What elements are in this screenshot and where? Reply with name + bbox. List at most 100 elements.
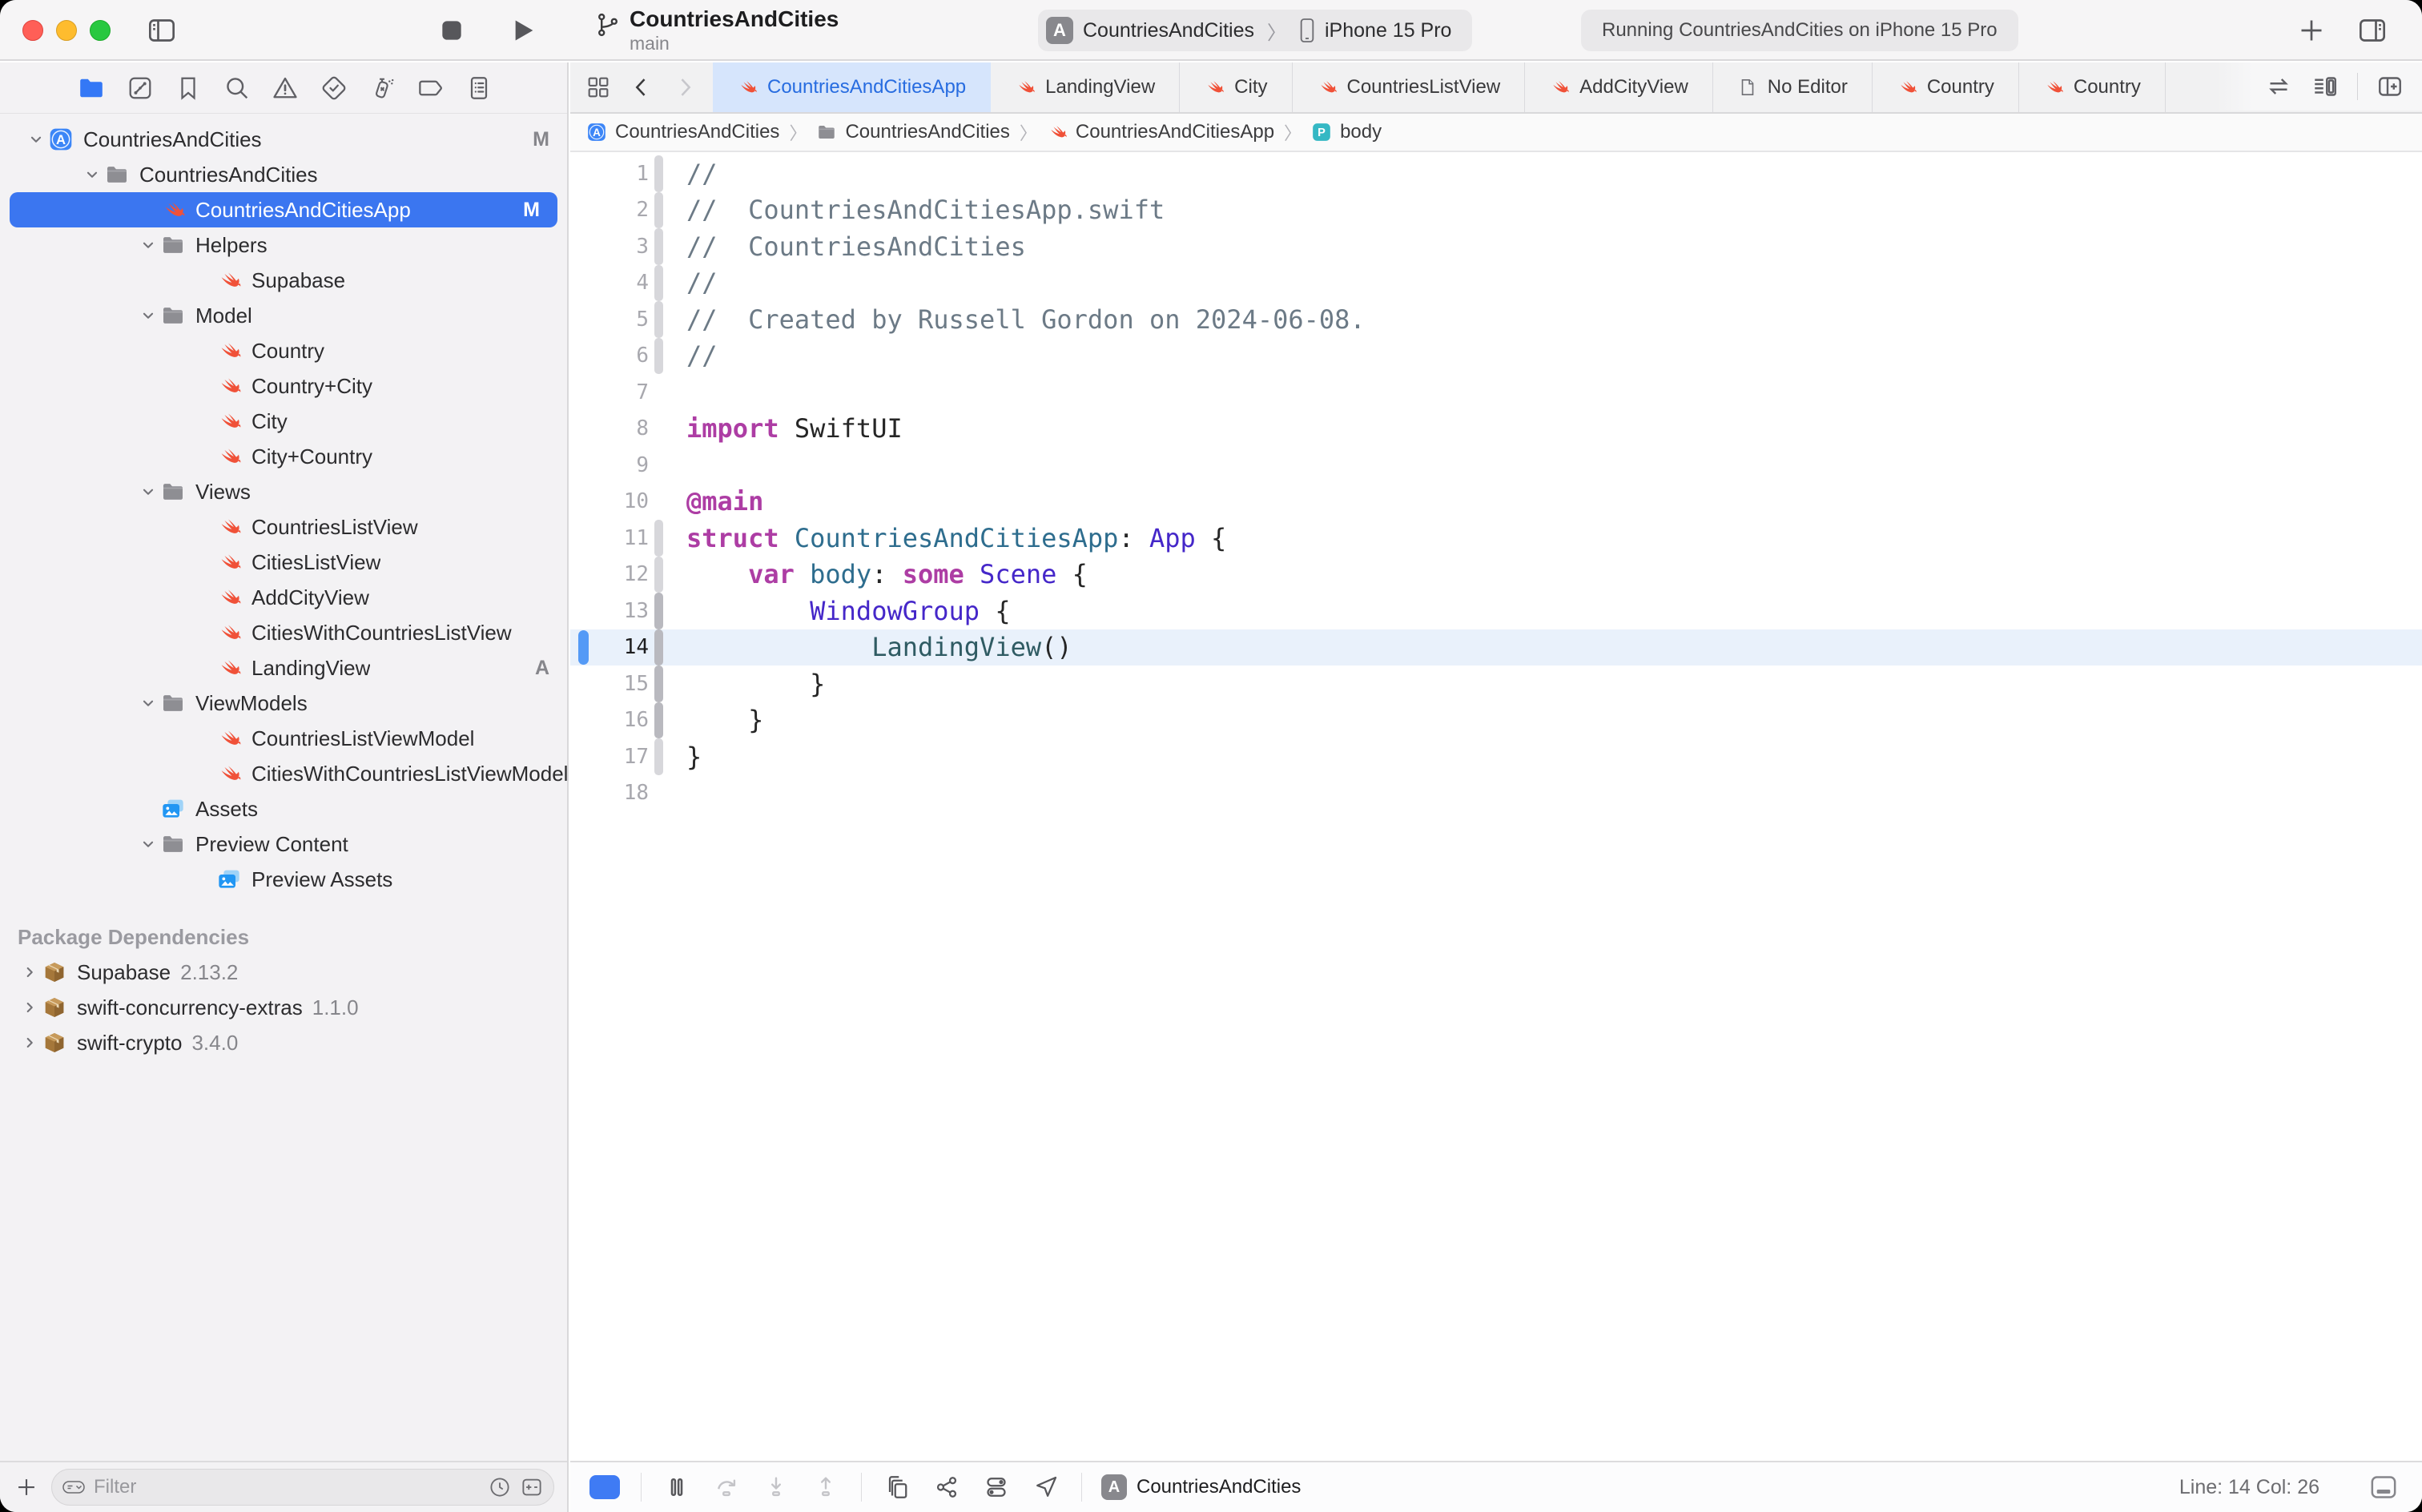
code-line[interactable]: 1//	[570, 155, 2422, 192]
disclosure-chevron-icon[interactable]	[136, 307, 160, 324]
toggle-navigator-icon[interactable]	[143, 11, 181, 50]
package-item-swift-crypto[interactable]: swift-crypto3.4.0	[0, 1025, 567, 1060]
scheme-project-label[interactable]: CountriesAndCities	[1083, 19, 1254, 42]
editor-tab-no-editor[interactable]: No Editor	[1713, 62, 1873, 112]
tree-item-assets[interactable]: Assets	[0, 791, 567, 826]
editor-tab-addcityview[interactable]: AddCityView	[1525, 62, 1713, 112]
zoom-window-button[interactable]	[90, 20, 111, 41]
code-line[interactable]: 5// Created by Russell Gordon on 2024-06…	[570, 301, 2422, 338]
code-line-current[interactable]: 14 LandingView()	[570, 629, 2422, 666]
disclosure-chevron-icon[interactable]	[18, 999, 42, 1016]
tree-item-countrieslistviewmodel[interactable]: CountriesListViewModel	[0, 721, 567, 756]
scheme-selector[interactable]: A CountriesAndCities 〉 iPhone 15 Pro	[1038, 10, 1472, 51]
code-line[interactable]: 4//	[570, 265, 2422, 302]
code-line[interactable]: 6//	[570, 338, 2422, 375]
tree-item-citieswithcountrieslistview[interactable]: CitiesWithCountriesListView	[0, 615, 567, 650]
related-items-grid-icon[interactable]	[585, 74, 612, 101]
tree-item-country-city[interactable]: Country+City	[0, 368, 567, 404]
run-button[interactable]	[503, 11, 541, 50]
disclosure-chevron-icon[interactable]	[18, 1034, 42, 1052]
close-window-button[interactable]	[22, 20, 43, 41]
code-line[interactable]: 18	[570, 775, 2422, 812]
disclosure-chevron-icon[interactable]	[24, 131, 48, 148]
code-line[interactable]: 10@main	[570, 484, 2422, 521]
tree-item-views[interactable]: Views	[0, 474, 567, 509]
source-control-navigator-icon[interactable]	[126, 74, 155, 103]
code-line[interactable]: 8import SwiftUI	[570, 411, 2422, 448]
filter-input[interactable]	[94, 1476, 480, 1498]
package-item-supabase[interactable]: Supabase2.13.2	[0, 955, 567, 990]
issues-navigator-icon[interactable]	[271, 74, 300, 103]
disclosure-chevron-icon[interactable]	[136, 835, 160, 853]
filter-field[interactable]	[51, 1469, 554, 1506]
view-hierarchy-icon[interactable]	[883, 1473, 911, 1502]
editor-tab-city[interactable]: City	[1180, 62, 1292, 112]
project-navigator-icon[interactable]	[77, 74, 106, 103]
code-line[interactable]: 15 }	[570, 666, 2422, 702]
code-line[interactable]: 17}	[570, 738, 2422, 775]
memory-graph-icon[interactable]	[932, 1473, 961, 1502]
code-line[interactable]: 3// CountriesAndCities	[570, 228, 2422, 265]
tree-item-supabase[interactable]: Supabase	[0, 263, 567, 298]
toggle-debug-area-icon[interactable]	[2368, 1471, 2400, 1503]
tree-item-city[interactable]: City	[0, 404, 567, 439]
editor-tab-countrieslistview[interactable]: CountriesListView	[1293, 62, 1526, 112]
breadcrumb-segment-body[interactable]: Pbody	[1311, 121, 1382, 143]
tree-item-viewmodels[interactable]: ViewModels	[0, 686, 567, 721]
tree-item-citieslistview[interactable]: CitiesListView	[0, 545, 567, 580]
tree-item-addcityview[interactable]: AddCityView	[0, 580, 567, 615]
code-line[interactable]: 7	[570, 374, 2422, 411]
editor-tab-country[interactable]: Country	[1873, 62, 2019, 112]
breadcrumb-segment-countriesandcities[interactable]: ACountriesAndCities	[586, 121, 779, 143]
tree-item-citieswithcountrieslistviewmodel[interactable]: CitiesWithCountriesListViewModel	[0, 756, 567, 791]
editor-tab-landingview[interactable]: LandingView	[991, 62, 1180, 112]
disclosure-chevron-icon[interactable]	[18, 963, 42, 981]
disclosure-chevron-icon[interactable]	[136, 236, 160, 254]
scheme-destination-label[interactable]: iPhone 15 Pro	[1325, 19, 1451, 42]
tree-item-city-country[interactable]: City+Country	[0, 439, 567, 474]
tree-item-countriesandcitiesapp[interactable]: CountriesAndCitiesAppM	[10, 192, 557, 227]
breakpoints-navigator-icon[interactable]	[416, 74, 445, 103]
tree-item-country[interactable]: Country	[0, 333, 567, 368]
running-app-indicator[interactable]: A CountriesAndCities	[1101, 1474, 1301, 1500]
tree-item-countrieslistview[interactable]: CountriesListView	[0, 509, 567, 545]
toggle-inspector-icon[interactable]	[2353, 11, 2392, 50]
code-line[interactable]: 11struct CountriesAndCitiesApp: App {	[570, 520, 2422, 557]
stop-button[interactable]	[432, 11, 471, 50]
code-line[interactable]: 12 var body: some Scene {	[570, 557, 2422, 593]
go-forward-icon[interactable]	[671, 74, 698, 101]
debug-navigator-icon[interactable]	[368, 74, 396, 103]
breadcrumb-segment-countriesandcities[interactable]: CountriesAndCities	[816, 121, 1009, 143]
code-line[interactable]: 2// CountriesAndCitiesApp.swift	[570, 192, 2422, 229]
add-file-icon[interactable]	[13, 1474, 40, 1501]
tree-item-preview-assets[interactable]: Preview Assets	[0, 862, 567, 897]
code-editor[interactable]: 1//2// CountriesAndCitiesApp.swift3// Co…	[570, 152, 2422, 1461]
filter-scope-icon[interactable]	[520, 1475, 544, 1499]
code-line[interactable]: 13 WindowGroup {	[570, 593, 2422, 629]
disclosure-chevron-icon[interactable]	[136, 483, 160, 501]
find-navigator-icon[interactable]	[223, 74, 251, 103]
tree-item-countriesandcities[interactable]: ACountriesAndCitiesM	[0, 122, 567, 157]
editor-options-icon[interactable]	[2311, 72, 2340, 101]
recent-files-clock-icon[interactable]	[488, 1475, 512, 1499]
code-line[interactable]: 16 }	[570, 702, 2422, 739]
environment-overrides-icon[interactable]	[982, 1473, 1011, 1502]
tree-item-helpers[interactable]: Helpers	[0, 227, 567, 263]
disclosure-chevron-icon[interactable]	[136, 694, 160, 712]
go-back-icon[interactable]	[628, 74, 655, 101]
swap-editor-icon[interactable]	[2264, 72, 2293, 101]
breadcrumb-segment-countriesandcitiesapp[interactable]: CountriesAndCitiesApp	[1047, 121, 1274, 143]
editor-tab-country[interactable]: Country	[2019, 62, 2166, 112]
bookmarks-navigator-icon[interactable]	[174, 74, 203, 103]
code-line[interactable]: 9	[570, 447, 2422, 484]
library-plus-icon[interactable]	[2292, 11, 2331, 50]
tests-navigator-icon[interactable]	[320, 74, 348, 103]
editor-tab-countriesandcitiesapp[interactable]: CountriesAndCitiesApp	[713, 62, 991, 112]
simulate-location-icon[interactable]	[1032, 1473, 1060, 1502]
minimize-window-button[interactable]	[56, 20, 77, 41]
add-editor-icon[interactable]	[2376, 72, 2404, 101]
pause-icon[interactable]	[662, 1473, 691, 1502]
tree-item-countriesandcities[interactable]: CountriesAndCities	[0, 157, 567, 192]
package-item-swift-concurrency-extras[interactable]: swift-concurrency-extras1.1.0	[0, 990, 567, 1025]
disclosure-chevron-icon[interactable]	[80, 166, 104, 183]
